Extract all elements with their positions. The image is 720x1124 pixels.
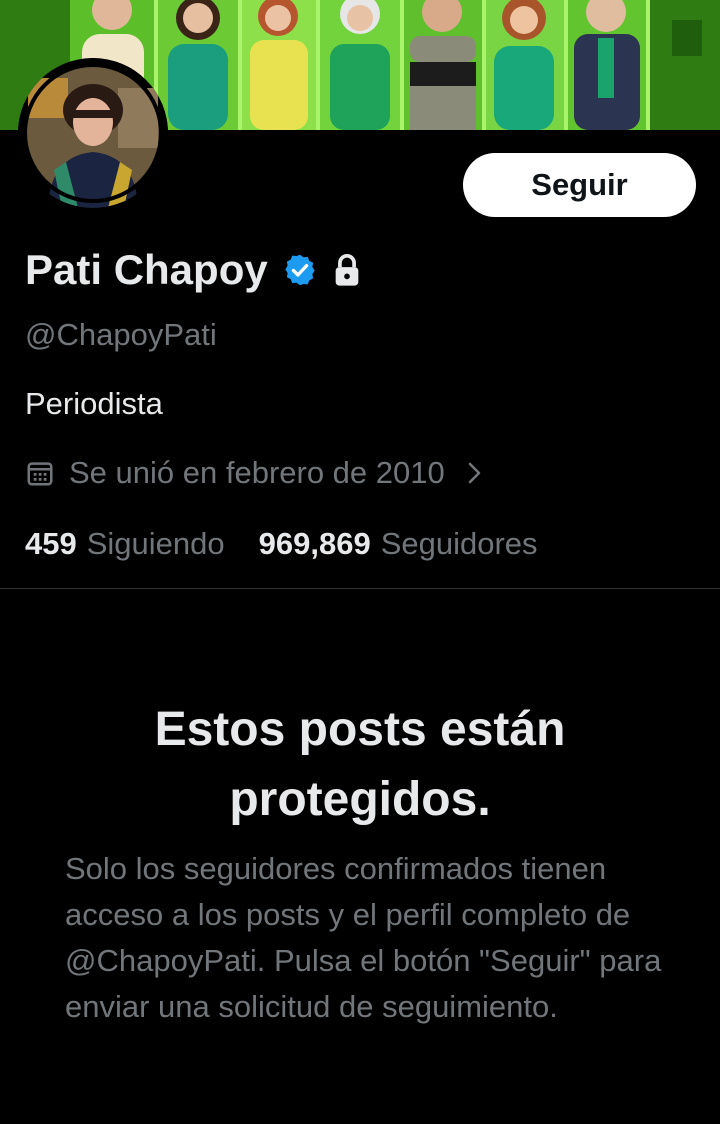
followers-count: 969,869 [258,526,371,561]
profile-bio: Periodista [25,386,163,421]
chevron-right-icon[interactable] [465,460,485,486]
protected-posts-message: Solo los seguidores confirmados tienen a… [65,851,662,1024]
profile-name-row: Pati Chapoy [25,240,362,300]
following-stat[interactable]: 459 Siguiendo [25,526,225,562]
followers-label: Seguidores [380,526,538,561]
divider [0,588,720,589]
calendar-icon [25,458,55,488]
profile-stats: 459 Siguiendo 969,869 Seguidores [25,522,538,566]
joined-date[interactable]: Se unió en febrero de 2010 [25,452,485,494]
followers-stat[interactable]: 969,869 Seguidores [259,526,538,562]
display-name: Pati Chapoy [25,246,268,293]
verified-badge-icon[interactable] [282,252,318,288]
joined-label: Se unió en febrero de 2010 [69,455,445,490]
following-count: 459 [25,526,77,561]
lock-icon [332,253,362,287]
profile-avatar[interactable] [18,58,168,208]
avatar-image [18,58,168,208]
following-label: Siguiendo [86,526,225,561]
profile-handle: @ChapoyPati [25,317,217,352]
protected-posts-title: Estos posts están protegidos. [154,703,566,826]
follow-button[interactable]: Seguir [463,153,696,217]
